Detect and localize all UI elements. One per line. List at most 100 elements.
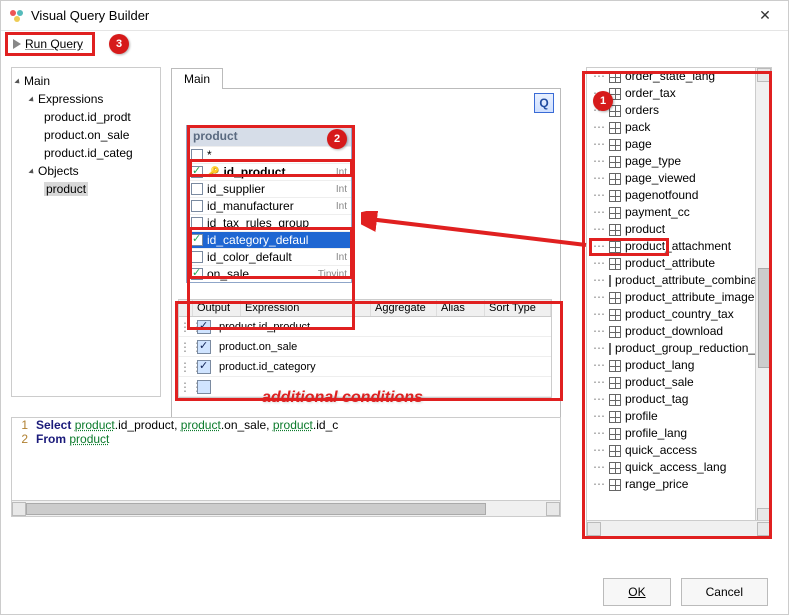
table-list-item[interactable]: ⋯product_country_tax — [587, 306, 771, 323]
table-list-item[interactable]: ⋯product_group_reduction_ca — [587, 340, 771, 357]
grid-row[interactable]: ⋮⋮ product.on_sale — [179, 337, 551, 357]
table-list-item[interactable]: ⋯page — [587, 136, 771, 153]
col-aggregate[interactable]: Aggregate — [371, 300, 437, 316]
checkbox[interactable] — [191, 268, 203, 280]
scroll-thumb[interactable] — [758, 268, 770, 368]
col-alias[interactable]: Alias — [437, 300, 485, 316]
tab-main[interactable]: Main — [171, 68, 223, 89]
tree-expr-item[interactable]: product.id_prodt — [16, 108, 156, 126]
table-list-item[interactable]: ⋯payment_cc — [587, 204, 771, 221]
canvas[interactable]: Q product *🔑id_productIntid_supplierInti… — [171, 89, 561, 459]
table-icon — [609, 360, 621, 372]
tree-expr-item[interactable]: product.id_categ — [16, 144, 156, 162]
close-icon[interactable]: ✕ — [750, 7, 780, 24]
field-row[interactable]: id_tax_rules_group — [187, 214, 351, 231]
checkbox[interactable] — [191, 166, 203, 178]
cancel-button[interactable]: Cancel — [681, 578, 768, 606]
col-output[interactable]: Output — [193, 300, 241, 316]
field-row[interactable]: id_color_defaultInt — [187, 248, 351, 265]
table-list-item[interactable]: ⋯order_tax — [587, 85, 771, 102]
table-list-item[interactable]: ⋯product_attribute_image — [587, 289, 771, 306]
scroll-right-icon[interactable] — [757, 522, 771, 536]
field-row[interactable]: 🔑id_productInt — [187, 163, 351, 180]
tree-dots-icon: ⋯ — [593, 476, 605, 493]
tree-objects[interactable]: Objects — [16, 162, 156, 180]
checkbox[interactable] — [191, 200, 203, 212]
line-number: 2 — [12, 432, 32, 446]
checkbox[interactable] — [191, 251, 203, 263]
query-icon[interactable]: Q — [534, 93, 554, 113]
tree-root[interactable]: Main — [16, 72, 156, 90]
grid-row[interactable]: ⋮⋮ product.id_category — [179, 357, 551, 377]
table-product[interactable]: product *🔑id_productIntid_supplierIntid_… — [186, 125, 352, 283]
output-checkbox[interactable] — [197, 380, 211, 394]
table-list-item[interactable]: ⋯quick_access — [587, 442, 771, 459]
scroll-thumb[interactable] — [26, 503, 486, 515]
grid-expression[interactable]: product.id_category — [215, 361, 551, 373]
table-list-item[interactable]: ⋯pack — [587, 119, 771, 136]
grid-expression[interactable]: product.on_sale — [215, 341, 551, 353]
output-checkbox[interactable] — [197, 340, 211, 354]
table-list-item[interactable]: ⋯pagenotfound — [587, 187, 771, 204]
sql-line: 2 From product — [12, 432, 560, 446]
toolbar: Run Query — [1, 31, 788, 57]
tree-label: Objects — [38, 164, 79, 178]
tree-expressions[interactable]: Expressions — [16, 90, 156, 108]
scroll-left-icon[interactable] — [587, 522, 601, 536]
checkbox[interactable] — [191, 183, 203, 195]
tree-dots-icon: ⋯ — [593, 170, 605, 187]
field-row[interactable]: id_supplierInt — [187, 180, 351, 197]
drag-handle-icon[interactable]: ⋮⋮ — [179, 340, 193, 354]
field-row[interactable]: id_manufacturerInt — [187, 197, 351, 214]
checkbox[interactable] — [191, 234, 203, 246]
table-list-item[interactable]: ⋯product_attachment — [587, 238, 771, 255]
checkbox[interactable] — [191, 149, 203, 161]
table-title[interactable]: product — [187, 126, 351, 146]
drag-handle-icon[interactable]: ⋮⋮ — [179, 360, 193, 374]
col-sort-type[interactable]: Sort Type — [485, 300, 551, 316]
output-checkbox[interactable] — [197, 360, 211, 374]
scroll-right-icon[interactable] — [546, 502, 560, 516]
table-list-item[interactable]: ⋯orders — [587, 102, 771, 119]
sql-scrollbar-h[interactable] — [12, 500, 560, 516]
col-expression[interactable]: Expression — [241, 300, 371, 316]
tree-dots-icon: ⋯ — [593, 102, 605, 119]
scroll-up-icon[interactable] — [757, 68, 771, 82]
table-list-item[interactable]: ⋯product_attribute — [587, 255, 771, 272]
run-query-button[interactable]: Run Query — [7, 35, 89, 53]
scroll-left-icon[interactable] — [12, 502, 26, 516]
tables-scrollbar-h[interactable] — [587, 520, 771, 536]
drag-handle-icon[interactable]: ⋮⋮ — [179, 320, 193, 334]
table-list-item[interactable]: ⋯ page_viewed — [587, 170, 771, 187]
tabstrip: Main — [171, 67, 561, 89]
table-list-item[interactable]: ⋯quick_access_lang — [587, 459, 771, 476]
table-name: page_viewed — [625, 170, 696, 187]
table-list-item[interactable]: ⋯order_state_lang — [587, 68, 771, 85]
ok-button[interactable]: OK — [603, 578, 670, 606]
table-list-item[interactable]: ⋯page_type — [587, 153, 771, 170]
table-list-item[interactable]: ⋯product_download — [587, 323, 771, 340]
field-row[interactable]: * — [187, 146, 351, 163]
drag-handle-icon[interactable]: ⋮⋮ — [179, 380, 193, 394]
tree-expr-item[interactable]: product.on_sale — [16, 126, 156, 144]
output-checkbox[interactable] — [197, 320, 211, 334]
table-list-item[interactable]: ⋯product_attribute_combination — [587, 272, 771, 289]
tree-obj-item[interactable]: product — [16, 180, 156, 198]
run-query-label: Run Query — [25, 37, 83, 51]
table-list-item[interactable]: ⋯product_lang — [587, 357, 771, 374]
table-list-item[interactable]: ⋯product — [587, 221, 771, 238]
table-list-item[interactable]: ⋯product_sale — [587, 374, 771, 391]
sql-editor[interactable]: 1 Select product.id_product, product.on_… — [11, 417, 561, 517]
table-list-item[interactable]: ⋯profile_lang — [587, 425, 771, 442]
checkbox[interactable] — [191, 217, 203, 229]
tables-scrollbar-v[interactable] — [755, 68, 771, 522]
field-row[interactable]: id_category_defaul — [187, 231, 351, 248]
table-list-item[interactable]: ⋯range_price — [587, 476, 771, 493]
table-icon — [609, 105, 621, 117]
field-row[interactable]: on_saleTinyint — [187, 265, 351, 282]
sql-line: 1 Select product.id_product, product.on_… — [12, 418, 560, 432]
table-list-item[interactable]: ⋯profile — [587, 408, 771, 425]
table-list-item[interactable]: ⋯product_tag — [587, 391, 771, 408]
grid-row[interactable]: ⋮⋮ product.id_product — [179, 317, 551, 337]
grid-expression[interactable]: product.id_product — [215, 321, 551, 333]
